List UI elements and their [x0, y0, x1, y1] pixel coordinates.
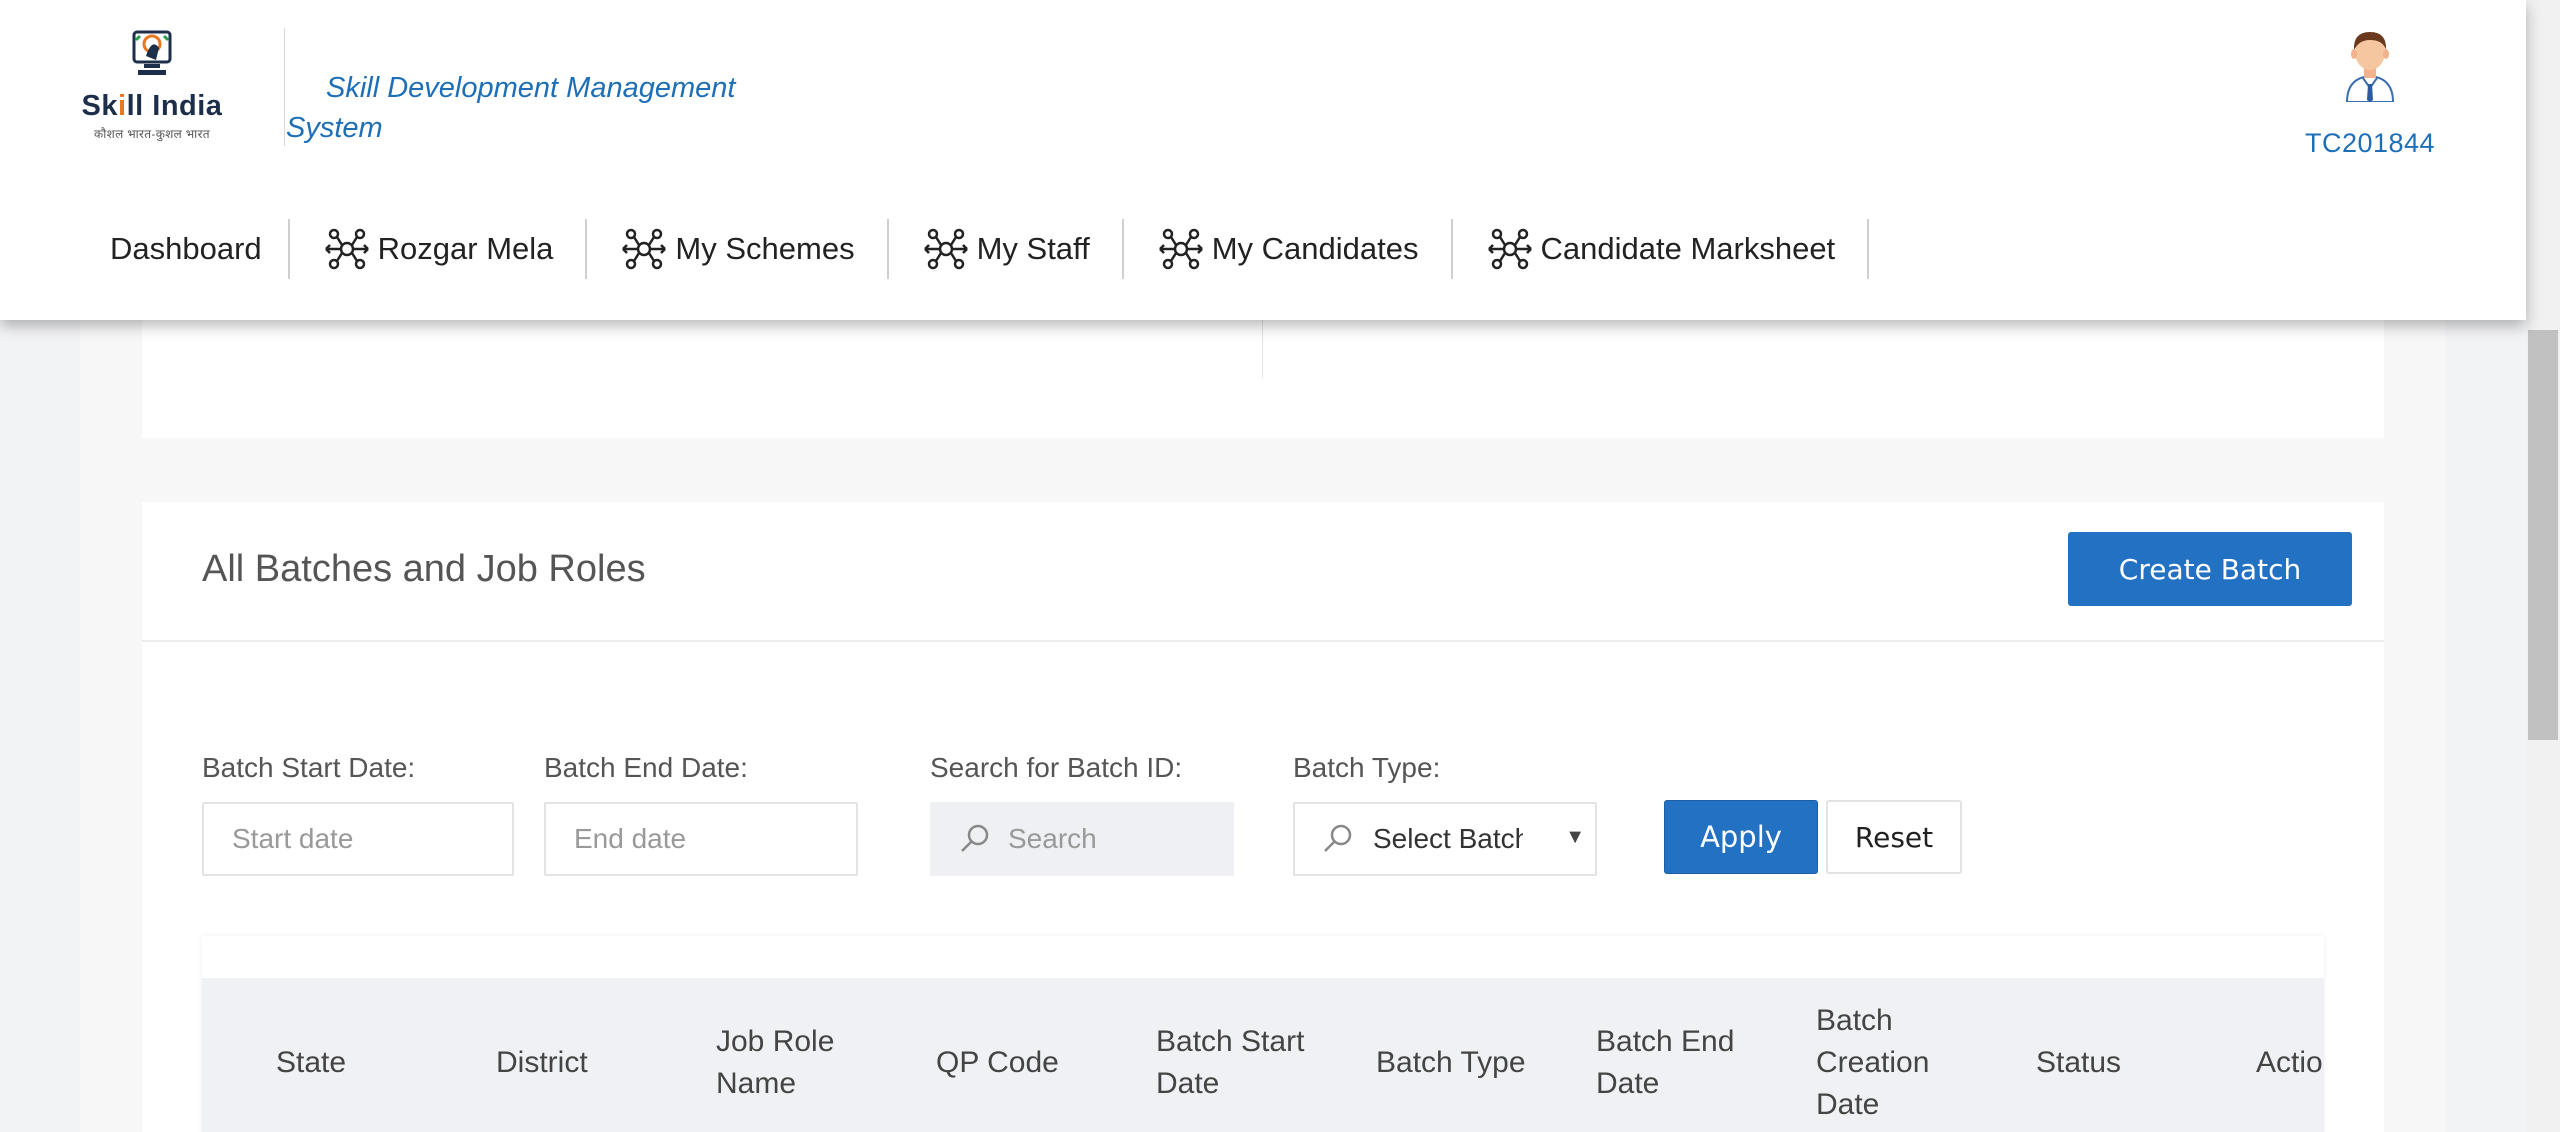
column-header-qp-code[interactable]: QP Code [936, 978, 1116, 1132]
batch-id-search-label: Search for Batch ID: [930, 752, 1183, 783]
logo-subtitle: कौशल भारत-कुशल भारत [94, 127, 210, 141]
batch-type-label: Batch Type: [1293, 752, 1441, 783]
app-header: Skill India कौशल भारत-कुशल भारत Skill De… [0, 0, 2526, 320]
column-header-action[interactable]: Actio [2256, 978, 2324, 1132]
skill-india-logo[interactable]: Skill India कौशल भारत-कुशल भारत [80, 30, 224, 148]
column-header-batch-type[interactable]: Batch Type [1376, 978, 1566, 1132]
end-date-placeholder: End date [574, 823, 687, 854]
batch-type-select[interactable]: Select Batch Type ▼ [1293, 802, 1597, 876]
batch-start-date-input[interactable]: Start date [202, 802, 514, 876]
search-icon [1324, 824, 1352, 852]
logo-title: Skill India [81, 90, 223, 122]
nav-candidate-marksheet[interactable]: Candidate Marksheet [1453, 219, 1870, 279]
nav-my-staff[interactable]: My Staff [889, 219, 1124, 279]
main-nav: Dashboard Rozgar Mela My Schemes My Staf… [80, 216, 1870, 282]
network-icon [1487, 228, 1532, 270]
nav-rozgar-mela[interactable]: Rozgar Mela [290, 219, 588, 279]
network-icon [622, 228, 667, 270]
nav-label: My Candidates [1211, 231, 1419, 266]
reset-button[interactable]: Reset [1826, 800, 1962, 874]
system-title: Skill Development Management System [286, 72, 736, 144]
column-header-state[interactable]: State [276, 978, 456, 1132]
batch-type-selected: Select Batch Type [1373, 823, 1523, 854]
apply-button[interactable]: Apply [1664, 800, 1818, 874]
batches-card-header: All Batches and Job Roles Create Batch [142, 502, 2384, 642]
batch-end-date-label: Batch End Date: [544, 752, 748, 783]
batch-start-date-label: Batch Start Date: [202, 752, 416, 783]
nav-dashboard[interactable]: Dashboard [80, 219, 290, 279]
user-avatar-icon [2345, 32, 2395, 102]
table-header-row: State District Job Role Name QP Code Bat… [202, 978, 2324, 1132]
user-profile[interactable]: TC201844 [2290, 26, 2450, 159]
column-header-batch-start-date[interactable]: Batch Start Date [1156, 978, 1336, 1132]
network-icon [324, 228, 369, 270]
column-header-batch-creation-date[interactable]: Batch Creation Date [1816, 978, 1966, 1132]
column-header-job-role-name[interactable]: Job Role Name [716, 978, 876, 1132]
user-id[interactable]: TC201844 [2290, 128, 2450, 159]
nav-label: My Schemes [675, 231, 855, 266]
column-header-batch-end-date[interactable]: Batch End Date [1596, 978, 1756, 1132]
nav-label: Candidate Marksheet [1540, 231, 1836, 266]
summary-card [142, 310, 2384, 438]
column-header-status[interactable]: Status [2036, 978, 2216, 1132]
scrollbar-thumb[interactable] [2528, 330, 2558, 740]
skill-india-emblem-icon [132, 30, 172, 75]
nav-label: Rozgar Mela [377, 231, 554, 266]
header-divider [284, 28, 285, 146]
batches-title: All Batches and Job Roles [202, 548, 646, 590]
batches-card: All Batches and Job Roles Create Batch B… [142, 502, 2384, 1132]
summary-card-divider [1262, 310, 1263, 378]
search-icon [961, 824, 989, 852]
nav-my-schemes[interactable]: My Schemes [587, 219, 889, 279]
batch-id-search-input[interactable]: Search [930, 802, 1234, 876]
network-icon [923, 228, 968, 270]
network-icon [1158, 228, 1203, 270]
search-placeholder: Search [1008, 823, 1097, 854]
batch-end-date-input[interactable]: End date [544, 802, 858, 876]
column-header-district[interactable]: District [496, 978, 676, 1132]
nav-label: My Staff [976, 231, 1090, 266]
page-scrollbar[interactable] [2526, 0, 2560, 1132]
create-batch-button[interactable]: Create Batch [2068, 532, 2352, 606]
nav-label: Dashboard [110, 231, 262, 266]
caret-down-icon: ▼ [1565, 826, 1585, 848]
start-date-placeholder: Start date [232, 823, 354, 854]
batches-table: State District Job Role Name QP Code Bat… [202, 936, 2324, 1132]
nav-my-candidates[interactable]: My Candidates [1124, 219, 1453, 279]
